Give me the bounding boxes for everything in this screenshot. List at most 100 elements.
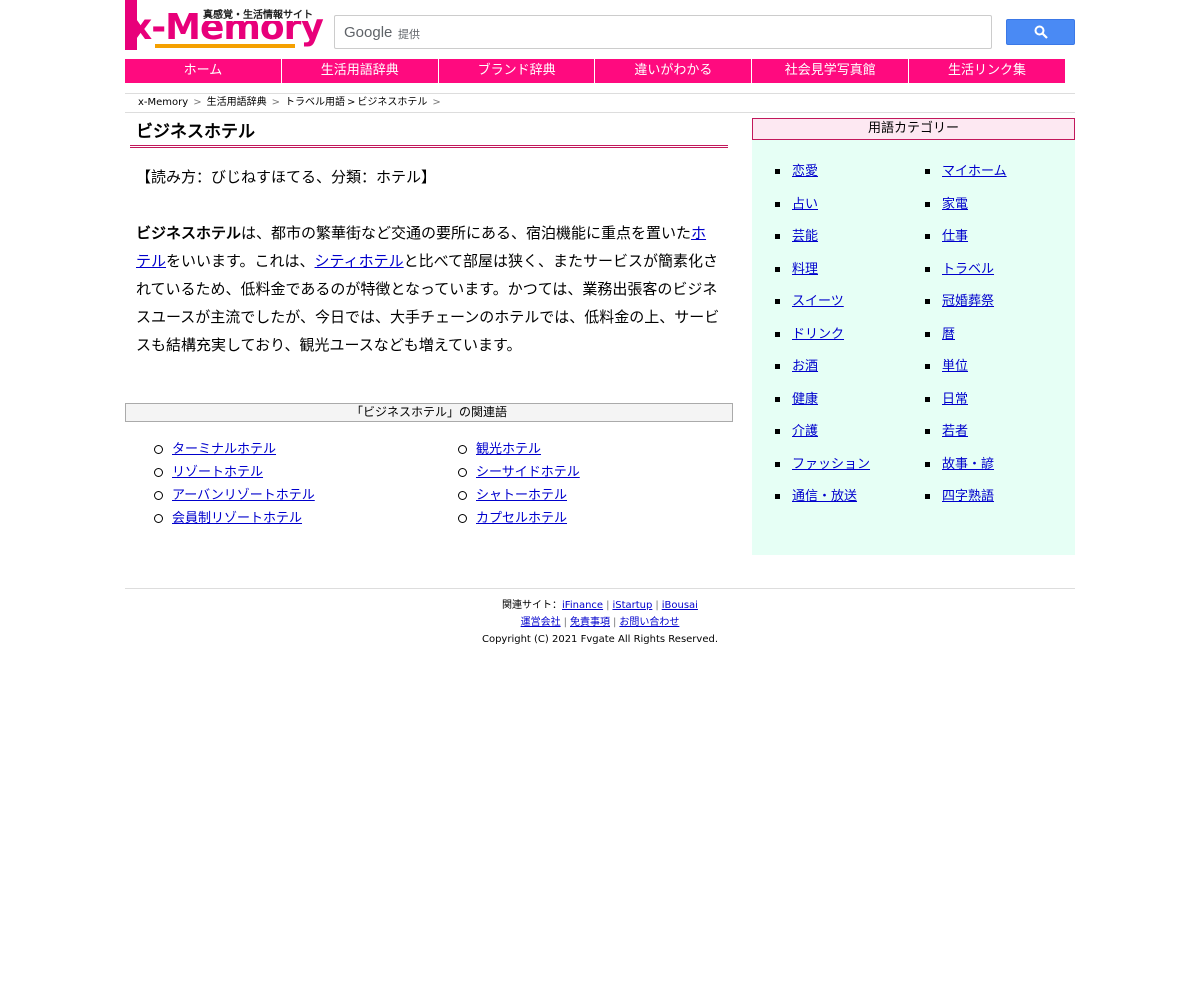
list-item: スイーツ (775, 286, 870, 319)
logo-tagline: 真感覚・生活情報サイト (201, 6, 315, 21)
footer-company-link[interactable]: 運営会社 (521, 617, 561, 628)
related-term-link[interactable]: シャトーホテル (476, 488, 567, 503)
copyright: Copyright (C) 2021 Fvgate All Rights Res… (481, 634, 719, 645)
footer-divider: | (606, 600, 610, 611)
reading-info: 【読み方：びじねすほてる、分類：ホテル】 (136, 168, 437, 186)
breadcrumb-item-current: ビジネスホテル (357, 97, 428, 108)
category-link[interactable]: ファッション (792, 457, 870, 472)
search-input[interactable] (430, 20, 985, 44)
list-item: 単位 (925, 351, 1007, 384)
list-item: 家電 (925, 189, 1007, 222)
category-link[interactable]: マイホーム (942, 164, 1007, 179)
link-city-hotel[interactable]: シティホテル (315, 252, 404, 270)
category-link[interactable]: 占い (792, 197, 818, 212)
related-terms-list-right: 観光ホテル シーサイドホテル シャトーホテル カプセルホテル (458, 438, 580, 530)
breadcrumb-separator: > (432, 97, 441, 108)
footer-site-link[interactable]: iBousai (662, 600, 698, 611)
related-term-link[interactable]: シーサイドホテル (476, 465, 580, 480)
search-box[interactable]: Google 提供 (334, 15, 992, 49)
list-item: カプセルホテル (458, 507, 580, 530)
global-nav: ホーム 生活用語辞典 ブランド辞典 違いがわかる 社会見学写真館 生活リンク集 (125, 59, 1065, 83)
related-term-link[interactable]: ターミナルホテル (172, 442, 276, 457)
breadcrumb-separator: > (193, 97, 202, 108)
related-term-link[interactable]: リゾートホテル (172, 465, 263, 480)
footer-contact-link[interactable]: お問い合わせ (619, 617, 679, 628)
site-logo[interactable]: x-Memory 真感覚・生活情報サイト (125, 0, 324, 52)
list-item: 健康 (775, 384, 870, 417)
list-item: 会員制リゾートホテル (154, 507, 315, 530)
breadcrumb-item-glossary[interactable]: 生活用語辞典 (207, 97, 267, 108)
list-item: 日常 (925, 384, 1007, 417)
category-link[interactable]: お酒 (792, 359, 818, 374)
footer: 関連サイト：iFinance | iStartup | iBousai 運営会社 | 免責事… (125, 588, 1075, 648)
list-item: 恋愛 (775, 156, 870, 189)
category-link[interactable]: 暦 (942, 327, 955, 342)
category-panel: 恋愛 占い 芸能 料理 スイーツ ドリンク お酒 健康 介護 ファッション 通信… (752, 140, 1075, 555)
breadcrumb-separator: > (346, 97, 356, 108)
category-link[interactable]: 料理 (792, 262, 818, 277)
search-icon (1034, 25, 1048, 39)
article-text-1: は、都市の繁華街など交通の要所にある、宿泊機能に重点を置いた (241, 224, 692, 242)
category-link[interactable]: 日常 (942, 392, 968, 407)
nav-home[interactable]: ホーム (125, 59, 282, 83)
footer-related-label: 関連サイト： (502, 600, 563, 611)
related-term-link[interactable]: カプセルホテル (476, 511, 567, 526)
google-brand: Google (344, 24, 393, 41)
list-item: 若者 (925, 416, 1007, 449)
footer-site-link[interactable]: iStartup (612, 600, 652, 611)
category-link[interactable]: 四字熟語 (942, 489, 994, 504)
category-link[interactable]: 単位 (942, 359, 968, 374)
related-term-link[interactable]: 会員制リゾートホテル (172, 511, 302, 526)
article-body: ビジネスホテルは、都市の繁華街など交通の要所にある、宿泊機能に重点を置いたホテル… (136, 219, 720, 359)
footer-disclaimer-link[interactable]: 免責事項 (570, 617, 610, 628)
related-term-link[interactable]: 観光ホテル (476, 442, 541, 457)
page-title: ビジネスホテル (130, 120, 728, 148)
list-item: ターミナルホテル (154, 438, 315, 461)
category-link[interactable]: 家電 (942, 197, 968, 212)
list-item: 介護 (775, 416, 870, 449)
category-link[interactable]: トラベル (942, 262, 994, 277)
list-item: アーバンリゾートホテル (154, 484, 315, 507)
list-item: 観光ホテル (458, 438, 580, 461)
logo-underline (155, 44, 295, 48)
nav-differences[interactable]: 違いがわかる (595, 59, 753, 83)
breadcrumb-separator: > (271, 97, 280, 108)
nav-life-links[interactable]: 生活リンク集 (909, 59, 1065, 83)
footer-divider: | (613, 617, 617, 628)
category-list-left: 恋愛 占い 芸能 料理 スイーツ ドリンク お酒 健康 介護 ファッション 通信… (775, 156, 870, 514)
footer-site-link[interactable]: iFinance (562, 600, 603, 611)
footer-links: 運営会社 | 免責事項 | お問い合わせ (125, 614, 1075, 631)
footer-related-sites: 関連サイト：iFinance | iStartup | iBousai (125, 597, 1075, 614)
breadcrumb-item-travel[interactable]: トラベル用語 (285, 97, 345, 108)
category-link[interactable]: 健康 (792, 392, 818, 407)
category-link[interactable]: ドリンク (792, 327, 844, 342)
related-term-link[interactable]: アーバンリゾートホテル (172, 488, 315, 503)
nav-brand-dictionary[interactable]: ブランド辞典 (438, 59, 596, 83)
list-item: マイホーム (925, 156, 1007, 189)
list-item: 暦 (925, 319, 1007, 352)
list-item: 故事・諺 (925, 449, 1007, 482)
category-link[interactable]: 冠婚葬祭 (942, 294, 994, 309)
search-provided-label: 提供 (398, 28, 420, 41)
category-link[interactable]: 若者 (942, 424, 968, 439)
list-item: 仕事 (925, 221, 1007, 254)
category-link[interactable]: 芸能 (792, 229, 818, 244)
nav-life-glossary[interactable]: 生活用語辞典 (281, 59, 439, 83)
list-item: 占い (775, 189, 870, 222)
list-item: 通信・放送 (775, 481, 870, 514)
footer-divider: | (655, 600, 659, 611)
breadcrumb-item-home[interactable]: x-Memory (138, 97, 188, 108)
search-button[interactable] (1006, 19, 1075, 45)
category-link[interactable]: 介護 (792, 424, 818, 439)
category-link[interactable]: 仕事 (942, 229, 968, 244)
list-item: 料理 (775, 254, 870, 287)
category-link[interactable]: スイーツ (792, 294, 844, 309)
category-link[interactable]: 恋愛 (792, 164, 818, 179)
nav-photo-gallery[interactable]: 社会見学写真館 (752, 59, 910, 83)
category-link[interactable]: 通信・放送 (792, 489, 857, 504)
list-item: 冠婚葬祭 (925, 286, 1007, 319)
footer-divider: | (563, 617, 567, 628)
list-item: お酒 (775, 351, 870, 384)
article-term: ビジネスホテル (136, 224, 242, 242)
category-link[interactable]: 故事・諺 (942, 457, 994, 472)
